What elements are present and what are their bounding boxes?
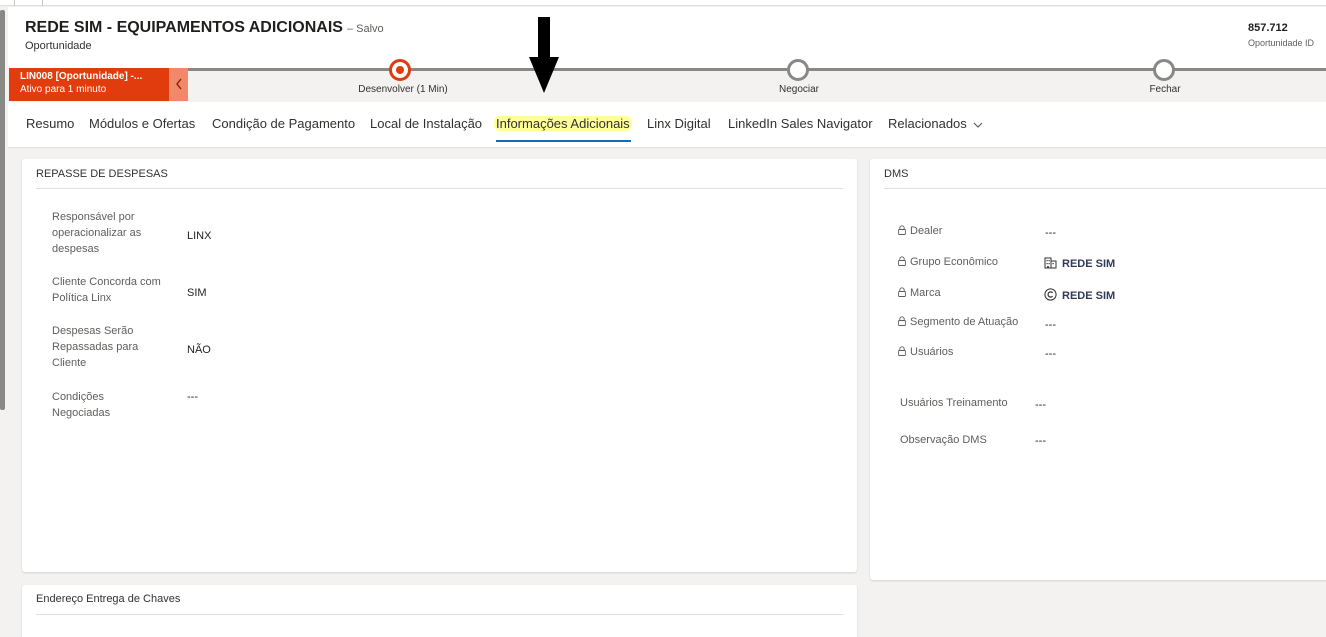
label-line: Política Linx [52,292,112,304]
field-value-segmento[interactable]: --- [1045,319,1056,331]
chevron-left-icon [175,78,182,90]
copyright-icon [1044,288,1057,304]
save-status: – Salvo [346,23,384,35]
label-line: Negociadas [52,407,111,419]
collapse-process-button[interactable] [169,68,188,101]
active-process-flyout[interactable]: LIN008 [Oportunidade] -... Ativo para 1 … [9,68,169,101]
lookup-text: REDE SIM [1062,258,1116,270]
top-strip [0,0,1326,6]
field-label-segmento: Segmento de Atuação [898,314,1018,330]
tab-linx-digital[interactable]: Linx Digital [647,116,711,131]
annotation-arrow-icon [529,17,559,93]
repasse-de-despesas-section: REPASSE DE DESPESAS Responsável por oper… [22,159,857,572]
field-label-condicoes-negociadas: Condições Negociadas [52,389,110,421]
stage-negociar-label[interactable]: Negociar [779,84,819,95]
record-id-value: 857.712 [1248,22,1288,34]
lock-icon [898,316,906,326]
section-title: REPASSE DE DESPESAS [36,168,168,180]
tab-resumo[interactable]: Resumo [26,116,74,131]
section-title: Endereço Entrega de Chaves [36,593,181,605]
label-line: Condições [52,391,104,403]
chevron-down-icon [973,120,983,131]
field-value-observacao-dms[interactable]: --- [1035,435,1046,447]
field-value-dealer[interactable]: --- [1045,227,1056,239]
tab-condicao-de-pagamento[interactable]: Condição de Pagamento [212,116,355,131]
field-label-despesas-repassadas: Despesas Serão Repassadas para Cliente [52,323,138,371]
label-line: Cliente Concorda com [52,276,161,288]
section-title: DMS [884,168,909,180]
endereco-entrega-section: Endereço Entrega de Chaves [22,585,857,637]
record-entity-type: Oportunidade [25,40,92,52]
label-line: Repassadas para [52,341,139,353]
label-line: despesas [52,243,100,255]
lock-icon [898,346,906,356]
business-process-flow: LIN008 [Oportunidade] -... Ativo para 1 … [8,59,1326,102]
tab-linkedin-sales-navigator[interactable]: LinkedIn Sales Navigator [728,116,873,131]
label-text: Marca [910,287,941,299]
tab-informacoes-adicionais[interactable]: Informações Adicionais [494,116,632,131]
label-line: Despesas Serão [52,325,134,337]
stage-fechar-label[interactable]: Fechar [1149,84,1180,95]
stage-desenvolver-marker[interactable] [389,59,411,81]
field-label-observacao-dms: Observação DMS [900,434,987,446]
tab-modulos-e-ofertas[interactable]: Módulos e Ofertas [89,116,195,131]
lock-icon [898,225,906,235]
strip-divider [42,0,43,6]
active-stage-dot [396,66,404,74]
field-label-marca: Marca [898,285,941,301]
label-line: Cliente [52,357,87,369]
building-icon [1044,257,1057,272]
lock-icon [898,287,906,297]
field-label-responsavel: Responsável por operacionalizar as despe… [52,209,141,257]
record-title: REDE SIM - EQUIPAMENTOS ADICIONAIS – Salv… [25,19,384,37]
label-text: Usuários [910,346,954,358]
tab-local-de-instalacao[interactable]: Local de Instalação [370,116,482,131]
label-text: Dealer [910,225,943,237]
lookup-text: REDE SIM [1062,290,1116,302]
field-value-marca[interactable]: REDE SIM [1044,288,1115,304]
dms-section: DMS Dealer --- Grupo Econômico REDE SIM … [870,159,1326,580]
section-divider [884,188,1326,189]
field-value-cliente-concorda[interactable]: SIM [187,287,207,299]
stage-fechar-marker[interactable] [1153,59,1175,81]
label-line: operacionalizar as [52,227,142,239]
record-title-text: REDE SIM - EQUIPAMENTOS ADICIONAIS [25,19,343,36]
label-line: Responsável por [52,211,135,223]
process-duration: Ativo para 1 minuto [20,84,107,95]
form-tabs: Resumo Módulos e Ofertas Condição de Pag… [8,102,1326,148]
record-id-label: Oportunidade ID [1248,38,1315,48]
page-scrollbar[interactable] [0,10,5,410]
field-value-condicoes-negociadas[interactable]: --- [187,391,198,403]
field-value-usuarios-treinamento[interactable]: --- [1035,399,1046,411]
stage-desenvolver-label[interactable]: Desenvolver (1 Min) [358,84,447,95]
tab-highlight: Informações Adicionais [494,116,632,131]
section-divider [36,188,843,189]
label-text: Grupo Econômico [910,256,999,268]
active-tab-indicator [496,140,631,142]
field-label-usuarios-treinamento: Usuários Treinamento [900,397,1008,409]
section-divider [36,614,843,615]
stage-negociar-marker[interactable] [787,59,809,81]
strip-divider [14,0,15,6]
field-value-responsavel[interactable]: LINX [187,230,211,242]
field-value-grupo-economico[interactable]: REDE SIM [1044,257,1115,272]
tab-relacionados[interactable]: Relacionados [888,116,983,131]
process-name: LIN008 [Oportunidade] -... [20,71,143,82]
record-header: REDE SIM - EQUIPAMENTOS ADICIONAIS – Salv… [8,7,1326,68]
field-value-despesas-repassadas[interactable]: NÃO [187,344,211,356]
field-value-usuarios[interactable]: --- [1045,348,1056,360]
lock-icon [898,256,906,266]
field-label-grupo-economico: Grupo Econômico [898,254,998,270]
field-label-dealer: Dealer [898,223,942,239]
label-text: Segmento de Atuação [910,316,1019,328]
field-label-usuarios: Usuários [898,344,953,360]
tab-relacionados-label: Relacionados [888,116,967,131]
field-label-cliente-concorda: Cliente Concorda com Política Linx [52,274,161,306]
